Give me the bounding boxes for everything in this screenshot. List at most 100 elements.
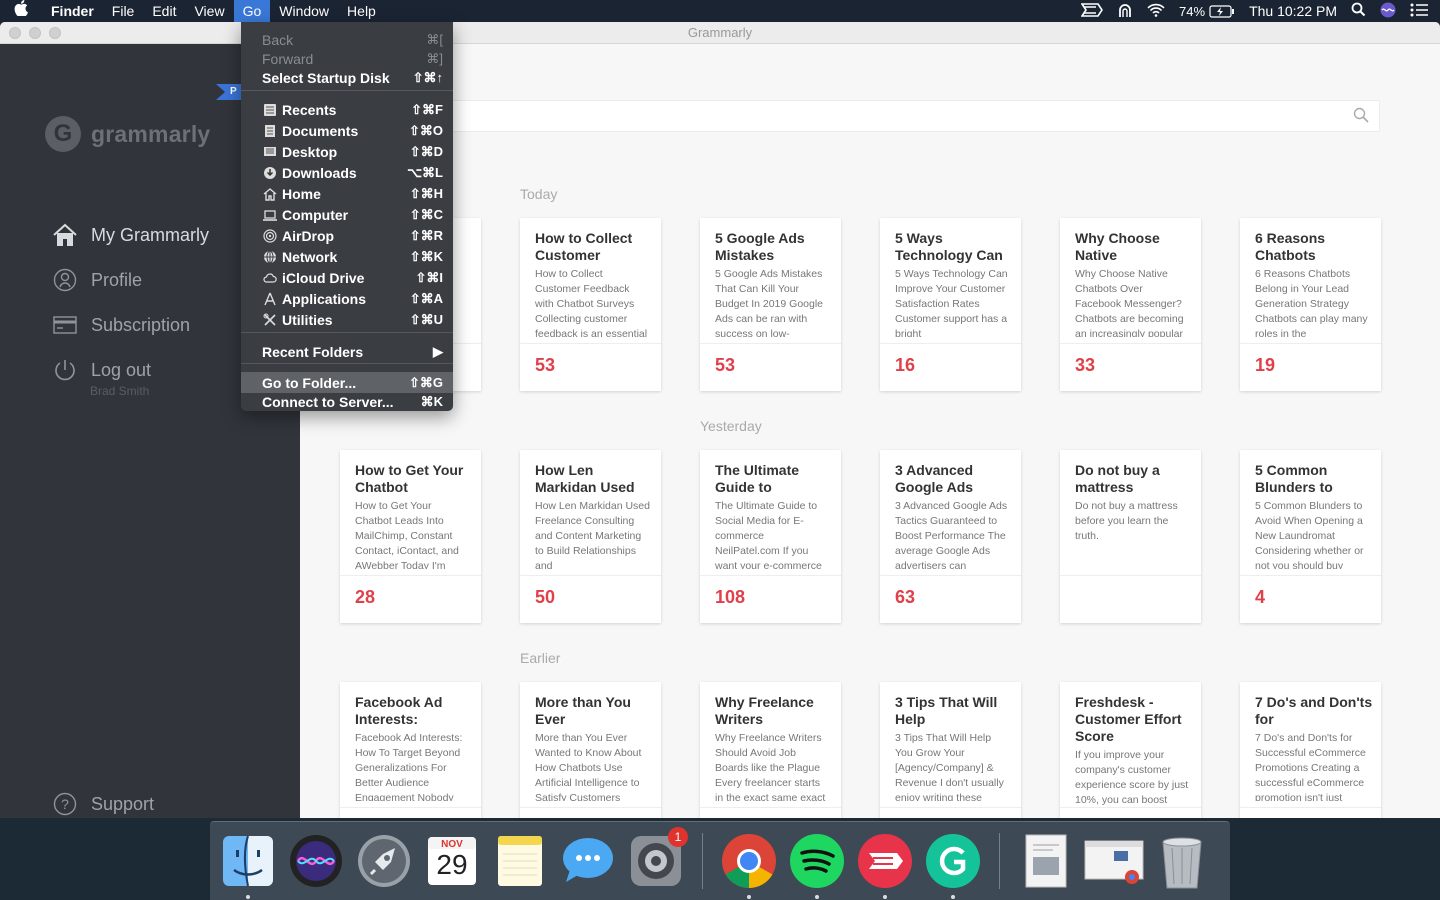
sidebar-item-label: Log out bbox=[91, 359, 152, 380]
menu-item-recents[interactable]: Recents ⇧⌘F bbox=[241, 99, 453, 120]
alert-count: 53 bbox=[535, 355, 556, 375]
alert-count: 53 bbox=[715, 355, 736, 375]
battery-icon bbox=[1209, 4, 1235, 18]
sidebar-item-label: Subscription bbox=[91, 314, 191, 335]
menu-help[interactable]: Help bbox=[338, 0, 385, 22]
menu-item-downloads[interactable]: Downloads ⌥⌘L bbox=[241, 162, 453, 183]
utilities-icon bbox=[262, 312, 278, 328]
document-card[interactable]: Why Freelance Writers Why Freelance Write… bbox=[700, 682, 841, 818]
menu-window[interactable]: Window bbox=[270, 0, 338, 22]
document-excerpt: 7 Do's and Don'ts for Successful eCommer… bbox=[1255, 732, 1366, 801]
dock-messages[interactable] bbox=[558, 831, 618, 891]
document-card[interactable]: The Ultimate Guide to The Ultimate Guide … bbox=[700, 450, 841, 623]
document-card[interactable]: Facebook Ad Interests: Facebook Ad Intere… bbox=[340, 682, 481, 818]
airmail-icon[interactable] bbox=[1080, 2, 1103, 20]
document-card[interactable]: 6 Reasons Chatbots 6 Reasons Chatbots Bel… bbox=[1240, 218, 1381, 391]
document-card[interactable]: How Len Markidan Used How Len Markidan Us… bbox=[520, 450, 661, 623]
dock-siri[interactable] bbox=[286, 831, 346, 891]
alert-count: 4 bbox=[1255, 587, 1266, 607]
dock-grammarly[interactable] bbox=[923, 831, 983, 899]
menu-item-go-to-folder[interactable]: Go to Folder... ⇧⌘G bbox=[241, 372, 453, 393]
menu-item-recent-folders[interactable]: Recent Folders ▶ bbox=[241, 341, 453, 362]
dock-document-preview[interactable] bbox=[1016, 831, 1076, 891]
document-card[interactable]: How to Get Your Chatbot How to Get Your C… bbox=[340, 450, 481, 623]
menu-item-select-startup-disk[interactable]: Select Startup Disk ⇧⌘↑ bbox=[241, 67, 453, 88]
battery-status[interactable]: 74% bbox=[1179, 4, 1235, 19]
apple-menu-icon[interactable] bbox=[0, 0, 42, 22]
document-card[interactable]: Freshdesk - Customer Effort Score If you … bbox=[1060, 682, 1201, 818]
minimize-window-button[interactable] bbox=[29, 27, 41, 39]
document-card[interactable]: 3 Tips That Will Help 3 Tips That Will He… bbox=[880, 682, 1021, 818]
menu-go[interactable]: Go bbox=[233, 0, 271, 22]
menu-file[interactable]: File bbox=[103, 0, 144, 22]
section-today: Today bbox=[520, 186, 558, 202]
menu-item-airdrop[interactable]: AirDrop ⇧⌘R bbox=[241, 225, 453, 246]
dock-chrome[interactable] bbox=[719, 831, 779, 899]
menu-item-applications[interactable]: Applications ⇧⌘A bbox=[241, 288, 453, 309]
dock-trash[interactable] bbox=[1152, 831, 1212, 891]
notification-center-icon[interactable] bbox=[1410, 3, 1428, 20]
menu-item-forward[interactable]: Forward ⌘] bbox=[241, 48, 453, 69]
sidebar-item-my-grammarly[interactable]: My Grammarly bbox=[52, 222, 209, 248]
document-card[interactable]: 7 Do's and Don'ts for 7 Do's and Don'ts f… bbox=[1240, 682, 1381, 818]
menu-item-connect-to-server[interactable]: Connect to Server... ⌘K bbox=[241, 391, 453, 412]
logged-in-user-name: Brad Smith bbox=[90, 384, 150, 398]
airmail-icon bbox=[858, 834, 912, 888]
sidebar-item-profile[interactable]: Profile bbox=[52, 267, 142, 293]
dock-finder[interactable] bbox=[218, 831, 278, 899]
document-card[interactable]: How to Collect Customer How to Collect Cu… bbox=[520, 218, 661, 391]
sidebar-item-logout[interactable]: Log out bbox=[52, 357, 151, 383]
dock-system-preferences[interactable]: 1 bbox=[626, 827, 688, 891]
menu-item-back[interactable]: Back ⌘[ bbox=[241, 29, 453, 50]
menu-item-shortcut: ⇧⌘D bbox=[409, 143, 443, 159]
document-card[interactable]: Do not buy a mattress Do not buy a mattre… bbox=[1060, 450, 1201, 623]
menu-item-icloud-drive[interactable]: iCloud Drive ⇧⌘I bbox=[241, 267, 453, 288]
dock-spotify[interactable] bbox=[787, 831, 847, 899]
dock-launchpad[interactable] bbox=[354, 831, 414, 891]
menu-item-shortcut: ⇧⌘O bbox=[408, 122, 443, 138]
menu-item-documents[interactable]: Documents ⇧⌘O bbox=[241, 120, 453, 141]
sidebar-item-support[interactable]: ? Support bbox=[52, 791, 154, 817]
menu-item-computer[interactable]: Computer ⇧⌘C bbox=[241, 204, 453, 225]
menu-item-desktop[interactable]: Desktop ⇧⌘D bbox=[241, 141, 453, 162]
document-card[interactable]: 5 Common Blunders to 5 Common Blunders to… bbox=[1240, 450, 1381, 623]
dock-notes[interactable] bbox=[490, 831, 550, 891]
document-excerpt: Do not buy a mattress before you learn t… bbox=[1075, 500, 1178, 542]
alert-count: 108 bbox=[715, 587, 746, 607]
trash-icon bbox=[1162, 837, 1202, 889]
menu-item-label: Desktop bbox=[282, 143, 338, 160]
menu-edit[interactable]: Edit bbox=[143, 0, 185, 22]
zoom-window-button[interactable] bbox=[49, 27, 61, 39]
card-divider bbox=[520, 575, 661, 576]
card-divider bbox=[1240, 807, 1381, 808]
siri-icon[interactable] bbox=[1380, 2, 1396, 21]
sidebar-item-subscription[interactable]: Subscription bbox=[52, 312, 190, 338]
menu-item-home[interactable]: Home ⇧⌘H bbox=[241, 183, 453, 204]
menu-item-label: Home bbox=[282, 185, 321, 202]
network-icon bbox=[262, 249, 278, 265]
document-card[interactable]: More than You Ever More than You Ever Wan… bbox=[520, 682, 661, 818]
dock-chrome-window-preview[interactable] bbox=[1084, 831, 1144, 891]
spotlight-search-icon[interactable] bbox=[1351, 2, 1366, 20]
alert-count: 50 bbox=[535, 587, 556, 607]
wifi-icon[interactable] bbox=[1147, 3, 1165, 20]
dock-separator bbox=[702, 833, 703, 889]
alert-count: 19 bbox=[1255, 355, 1276, 375]
document-card[interactable]: 3 Advanced Google Ads 3 Advanced Google A… bbox=[880, 450, 1021, 623]
logo-text: grammarly bbox=[91, 120, 211, 147]
menu-item-network[interactable]: Network ⇧⌘K bbox=[241, 246, 453, 267]
vpn-icon[interactable] bbox=[1117, 2, 1133, 21]
menu-view[interactable]: View bbox=[185, 0, 233, 22]
profile-icon bbox=[52, 267, 78, 293]
document-card[interactable]: Why Choose Native Why Choose Native Chatb… bbox=[1060, 218, 1201, 391]
search-input[interactable] bbox=[450, 100, 1380, 132]
menu-item-utilities[interactable]: Utilities ⇧⌘U bbox=[241, 309, 453, 330]
close-window-button[interactable] bbox=[9, 27, 21, 39]
document-card[interactable]: 5 Ways Technology Can 5 Ways Technology C… bbox=[880, 218, 1021, 391]
airdrop-icon bbox=[262, 228, 278, 244]
menu-app-finder[interactable]: Finder bbox=[42, 0, 103, 22]
document-card[interactable]: 5 Google Ads Mistakes 5 Google Ads Mistak… bbox=[700, 218, 841, 391]
dock-calendar[interactable]: NOV 29 bbox=[422, 831, 482, 891]
clock[interactable]: Thu 10:22 PM bbox=[1249, 3, 1337, 19]
dock-airmail[interactable] bbox=[855, 831, 915, 899]
